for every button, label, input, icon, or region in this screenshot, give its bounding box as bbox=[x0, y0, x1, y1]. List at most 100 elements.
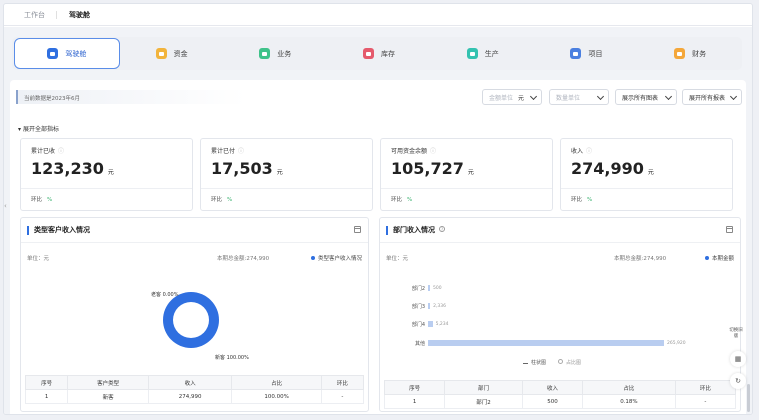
column-header[interactable]: 序号 bbox=[24, 375, 69, 390]
module-tab-3[interactable]: 库存 bbox=[327, 37, 431, 70]
customer-type-income-card: 类型客户收入情况 单位：元 本期总金额:274,990 类型客户收入情况 老客 … bbox=[20, 217, 369, 412]
chevron-left-icon[interactable]: ‹ bbox=[4, 202, 7, 210]
show-all-charts-label: 展示所有图表 bbox=[622, 94, 659, 102]
amount-unit-placeholder: 金额单位 bbox=[489, 94, 514, 102]
bar-category-label: 部门2 bbox=[411, 285, 425, 292]
module-label: 资金 bbox=[173, 49, 188, 58]
table-cell: 新客 bbox=[67, 389, 149, 404]
kpi-value: 17,503 元 bbox=[211, 159, 283, 178]
pie-chart-toggle[interactable]: 占比图 bbox=[558, 359, 581, 366]
kpi-unit: 元 bbox=[647, 169, 654, 176]
module-tab-2[interactable]: 业务 bbox=[223, 37, 327, 70]
tab-workbench[interactable]: 工作台 bbox=[12, 10, 57, 25]
column-header[interactable]: 环比 bbox=[674, 380, 737, 395]
column-header[interactable]: 占比 bbox=[231, 375, 322, 390]
calendar-icon[interactable] bbox=[726, 226, 733, 233]
table-row[interactable]: 1 部门2 500 0.18% - bbox=[383, 394, 737, 409]
donut-label-old: 老客 0.00% bbox=[151, 292, 179, 298]
bar-row[interactable]: 其他 265,920 bbox=[415, 339, 686, 347]
scrollbar[interactable] bbox=[747, 384, 750, 412]
column-header[interactable]: 序号 bbox=[383, 380, 446, 395]
module-tab-6[interactable]: 财务 bbox=[638, 37, 742, 70]
briefcase-icon bbox=[259, 48, 271, 59]
bar-category-label: 部门4 bbox=[411, 321, 425, 328]
column-header[interactable]: 环比 bbox=[320, 375, 365, 390]
calendar-icon[interactable]: ▦ bbox=[730, 351, 746, 367]
unit-label: 单位：元 bbox=[27, 256, 50, 262]
column-header[interactable]: 部门 bbox=[444, 380, 523, 395]
divider bbox=[561, 188, 732, 189]
show-all-charts-button[interactable]: 展示所有图表 bbox=[615, 89, 677, 105]
module-label: 项目 bbox=[588, 49, 603, 58]
module-tab-5[interactable]: 项目 bbox=[535, 37, 639, 70]
refresh-icon[interactable]: ↻ bbox=[730, 373, 746, 389]
bar-row[interactable]: 部门4 5,234 bbox=[412, 320, 449, 328]
column-header[interactable]: 客户类型 bbox=[67, 375, 149, 390]
bar bbox=[428, 303, 431, 309]
kpi-compare: 环比% bbox=[571, 197, 593, 203]
table-header-row: 序号 客户类型 收入 占比 环比 bbox=[24, 375, 365, 390]
module-label: 财务 bbox=[692, 49, 707, 58]
kpi-unit: 元 bbox=[107, 169, 114, 176]
module-tab-4[interactable]: 生产 bbox=[431, 37, 535, 70]
kpi-value: 123,230 元 bbox=[31, 159, 114, 178]
kpi-card[interactable]: 收入 ⓘ 274,990 元环比% bbox=[560, 138, 733, 211]
expand-all-reports-button[interactable]: 展开所有报表 bbox=[682, 89, 742, 105]
divider bbox=[21, 188, 192, 189]
bar bbox=[428, 321, 433, 327]
column-header[interactable]: 收入 bbox=[147, 375, 233, 390]
bar-value-label: 2,336 bbox=[433, 303, 446, 309]
bar-row[interactable]: 部门3 2,336 bbox=[412, 302, 446, 310]
chart-legend[interactable]: 类型客户收入情况 bbox=[310, 254, 362, 262]
inventory-icon bbox=[363, 48, 375, 59]
kpi-title: 可用资金余额 ⓘ bbox=[391, 148, 437, 155]
bar bbox=[428, 340, 664, 346]
table-cell: 1 bbox=[24, 389, 69, 404]
amount-unit-select[interactable]: 金额单位 元 bbox=[482, 89, 542, 105]
table-cell: - bbox=[320, 389, 365, 404]
kpi-value: 274,990 元 bbox=[571, 159, 654, 178]
legend-label: 类型客户收入情况 bbox=[317, 256, 362, 262]
top-tab-bar: 工作台 驾驶舱 bbox=[4, 4, 752, 26]
qty-unit-select[interactable]: 数量单位 bbox=[549, 89, 609, 105]
bar-value-label: 265,920 bbox=[667, 340, 686, 346]
module-label: 生产 bbox=[484, 49, 499, 58]
column-header[interactable]: 占比 bbox=[582, 380, 676, 395]
dashboard-icon bbox=[47, 48, 59, 59]
kpi-title: 累计已收 ⓘ bbox=[31, 148, 65, 155]
column-header[interactable]: 收入 bbox=[521, 380, 584, 395]
donut-chart[interactable] bbox=[163, 292, 219, 348]
tab-cockpit[interactable]: 驾驶舱 bbox=[57, 10, 102, 25]
kpi-unit: 元 bbox=[467, 169, 474, 176]
bar-chart-toggle[interactable]: 柱状图 bbox=[523, 359, 546, 366]
department-table: 序号 部门 收入 占比 环比 1 部门2 500 0.18% - bbox=[383, 380, 737, 409]
table-cell: 1 bbox=[383, 394, 446, 409]
kpi-card[interactable]: 累计已付 ⓘ 17,503 元环比% bbox=[200, 138, 373, 211]
calendar-icon[interactable] bbox=[354, 226, 361, 233]
chart-legend[interactable]: 本期金额 bbox=[704, 254, 734, 262]
module-tab-0[interactable]: 驾驶舱 bbox=[14, 38, 120, 69]
info-icon: ⓘ bbox=[430, 148, 437, 155]
expand-all-reports-label: 展开所有报表 bbox=[689, 94, 726, 102]
project-icon bbox=[570, 48, 582, 59]
kpi-card[interactable]: 累计已收 ⓘ 123,230 元环比% bbox=[20, 138, 193, 211]
amount-unit-value: 元 bbox=[518, 94, 525, 102]
switch-old-version-button[interactable]: 切换旧版 bbox=[728, 328, 744, 340]
legend-dot bbox=[310, 256, 315, 260]
table-row[interactable]: 1 新客 274,990 100.00% - bbox=[24, 389, 365, 404]
donut-label-new: 新客 100.00% bbox=[215, 355, 249, 361]
table-cell: 部门2 bbox=[444, 394, 523, 409]
table-cell: 500 bbox=[521, 394, 584, 409]
kpi-card[interactable]: 可用资金余额 ⓘ 105,727 元环比% bbox=[380, 138, 553, 211]
filter-bar: 当前数据是2023年6月 金额单位 元 数量单位 展示所有图表 展开所有报表 bbox=[16, 87, 742, 107]
expand-all-indicators[interactable]: ▾ 展开全部指标 bbox=[18, 124, 59, 133]
bar-category-label: 部门3 bbox=[411, 303, 425, 310]
bar-row[interactable]: 部门2 500 bbox=[412, 284, 442, 292]
legend-label: 本期金额 bbox=[711, 256, 734, 262]
table-cell: 100.00% bbox=[231, 389, 322, 404]
main-content: 驾驶舱 资金 业务 库存 生产 项目 财务 当前数据是2023年6月 金额单位 元 数量单位… bbox=[4, 27, 752, 414]
kpi-title: 累计已付 ⓘ bbox=[211, 148, 245, 155]
kpi-compare: 环比% bbox=[31, 197, 53, 203]
dashboard-panel: 当前数据是2023年6月 金额单位 元 数量单位 展示所有图表 展开所有报表 ▾… bbox=[10, 80, 746, 414]
module-tab-1[interactable]: 资金 bbox=[120, 37, 224, 70]
